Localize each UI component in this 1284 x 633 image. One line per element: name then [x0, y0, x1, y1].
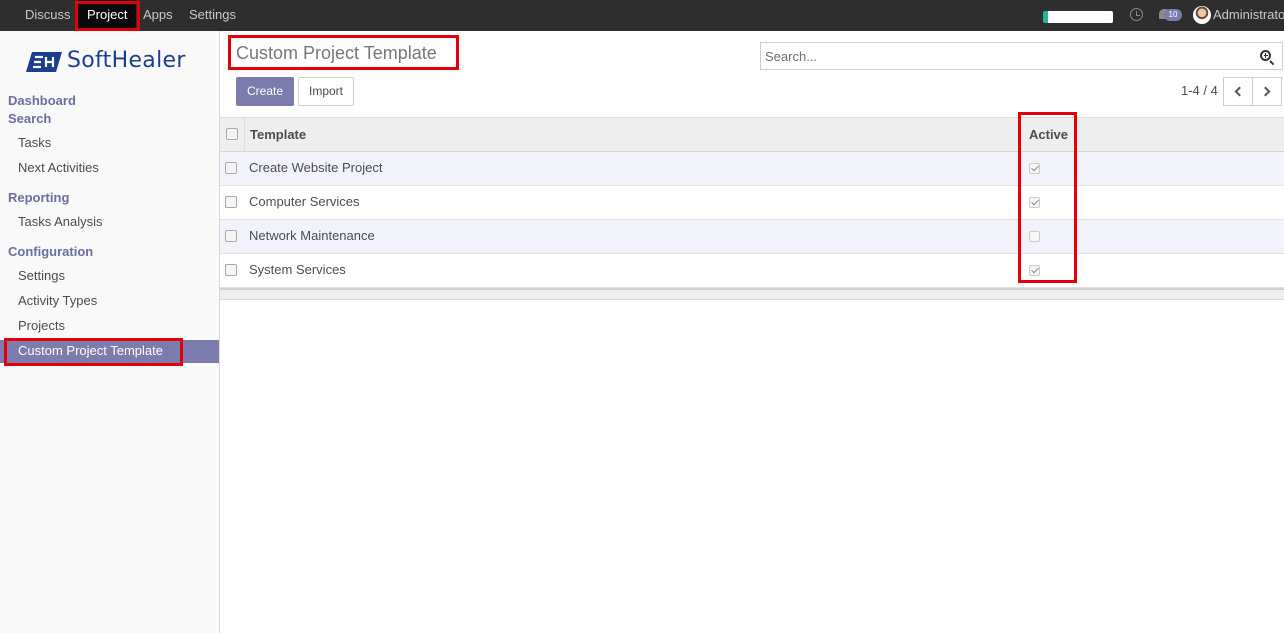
table-header: Template Active: [220, 117, 1284, 152]
template-name-cell[interactable]: Computer Services: [249, 194, 360, 209]
active-checkbox: [1029, 163, 1040, 174]
table-row[interactable]: Network Maintenance: [220, 220, 1284, 254]
sidebar-section-reporting: Reporting: [8, 190, 70, 205]
sidebar-item-settings[interactable]: Settings: [18, 268, 65, 283]
select-all-checkbox[interactable]: [226, 128, 238, 140]
pager-value[interactable]: 1-4 / 4: [1181, 83, 1218, 98]
table-row[interactable]: Computer Services: [220, 186, 1284, 220]
chevron-left-icon: [1234, 86, 1245, 97]
chat-count-badge[interactable]: 10: [1164, 9, 1182, 21]
row-select-checkbox[interactable]: [225, 196, 237, 208]
system-status-bar[interactable]: [1043, 11, 1113, 23]
search-input[interactable]: [765, 46, 1245, 66]
table-row[interactable]: Create Website Project: [220, 152, 1284, 186]
sidebar-item-custom-project-template[interactable]: Custom Project Template: [0, 340, 219, 363]
pager-previous-button[interactable]: [1223, 77, 1253, 106]
menu-project[interactable]: Project: [78, 0, 137, 31]
page-title: Custom Project Template: [236, 43, 437, 63]
sidebar-item-projects[interactable]: Projects: [18, 318, 65, 333]
create-button[interactable]: Create: [236, 77, 294, 106]
search-icon[interactable]: [1260, 50, 1271, 61]
table-row[interactable]: System Services: [220, 254, 1284, 288]
column-header-active[interactable]: Active: [1029, 127, 1068, 142]
active-checkbox: [1029, 265, 1040, 276]
logo-mark-icon: [26, 52, 62, 72]
menu-discuss[interactable]: Discuss: [25, 0, 71, 31]
pager-next-button[interactable]: [1252, 77, 1282, 106]
row-select-checkbox[interactable]: [225, 162, 237, 174]
sidebar-item-tasks[interactable]: Tasks: [18, 135, 51, 150]
row-select-checkbox[interactable]: [225, 230, 237, 242]
row-select-checkbox[interactable]: [225, 264, 237, 276]
logo-text: SoftHealer: [67, 48, 186, 73]
column-header-template[interactable]: Template: [250, 127, 306, 142]
sidebar-section-configuration: Configuration: [8, 244, 94, 259]
sidebar-item-tasks-analysis[interactable]: Tasks Analysis: [18, 214, 103, 229]
top-navbar: Discuss Project Apps Settings 10 Adminis…: [0, 0, 1284, 31]
user-menu[interactable]: Administrator: [1213, 0, 1284, 31]
menu-settings[interactable]: Settings: [189, 0, 236, 31]
chevron-right-icon: [1260, 86, 1271, 97]
sidebar-item-next-activities[interactable]: Next Activities: [18, 160, 99, 175]
active-checkbox: [1029, 231, 1040, 242]
sidebar-item-activity-types[interactable]: Activity Types: [18, 293, 97, 308]
import-button[interactable]: Import: [298, 77, 354, 106]
sidebar: SoftHealer Dashboard Search Tasks Next A…: [0, 31, 220, 633]
table-footer: [220, 288, 1284, 300]
avatar[interactable]: [1193, 6, 1211, 24]
active-checkbox: [1029, 197, 1040, 208]
menu-apps[interactable]: Apps: [143, 0, 173, 31]
search-bar: [760, 42, 1283, 70]
template-name-cell[interactable]: System Services: [249, 262, 346, 277]
template-name-cell[interactable]: Network Maintenance: [249, 228, 375, 243]
company-logo[interactable]: SoftHealer: [26, 48, 196, 76]
template-name-cell[interactable]: Create Website Project: [249, 160, 382, 175]
clock-icon[interactable]: [1130, 8, 1143, 21]
sidebar-section-dashboard[interactable]: Dashboard: [8, 93, 76, 108]
sidebar-section-search: Search: [8, 111, 52, 126]
